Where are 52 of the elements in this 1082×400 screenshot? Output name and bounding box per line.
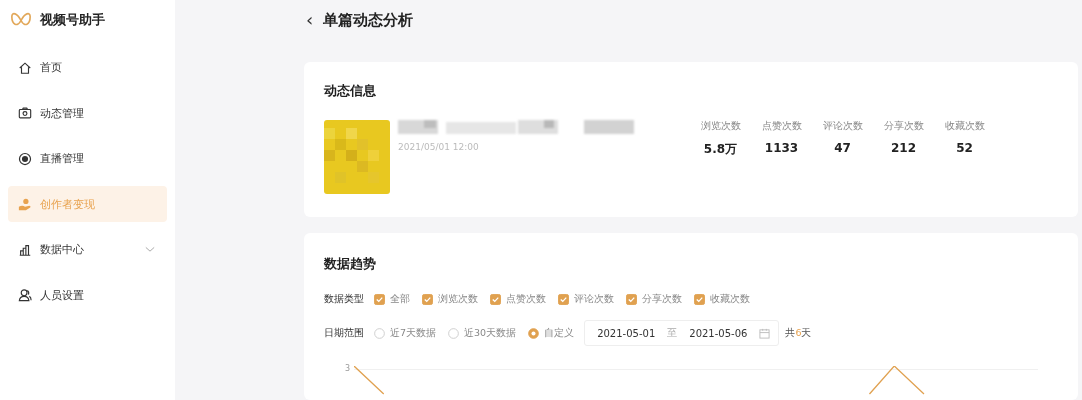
radio-option[interactable]: 近7天数据 bbox=[374, 326, 437, 340]
checkbox-option[interactable]: 浏览次数 bbox=[422, 293, 478, 306]
checkbox[interactable] bbox=[694, 294, 705, 305]
checkbox[interactable] bbox=[626, 294, 637, 305]
checkbox[interactable] bbox=[422, 294, 433, 305]
stat-label: 收藏次数 bbox=[944, 120, 985, 133]
date-range-field[interactable]: 2021-05-01 至 2021-05-06 bbox=[584, 320, 780, 346]
checkbox-option[interactable]: 评论次数 bbox=[558, 293, 614, 306]
stat-value: 52 bbox=[956, 141, 973, 155]
app-name: 视频号助手 bbox=[40, 11, 105, 29]
radio-option[interactable]: 近30天数据 bbox=[448, 326, 517, 340]
people-icon bbox=[18, 288, 32, 302]
stat-value: 212 bbox=[890, 141, 917, 155]
page-title: 单篇动态分析 bbox=[323, 10, 414, 30]
radio-button[interactable] bbox=[374, 327, 385, 339]
sidebar-item[interactable]: 动态管理 bbox=[8, 95, 167, 131]
sidebar-item[interactable]: 人员设置 bbox=[8, 277, 167, 313]
filter-label: 数据类型 bbox=[324, 293, 364, 306]
checkbox-option[interactable]: 收藏次数 bbox=[694, 293, 750, 306]
section-title: 动态信息 bbox=[324, 82, 377, 100]
checkbox[interactable] bbox=[374, 294, 385, 305]
checkbox[interactable] bbox=[558, 294, 569, 305]
section-title: 数据趋势 bbox=[324, 255, 377, 273]
stat-value: 5.8万 bbox=[703, 141, 738, 158]
checkbox[interactable] bbox=[490, 294, 501, 305]
sidebar-item[interactable]: 数据中心 bbox=[8, 231, 167, 268]
stat-label: 点赞次数 bbox=[761, 120, 802, 133]
post-time: 2021/05/01 12:00 bbox=[398, 142, 480, 152]
bar-chart-icon bbox=[18, 242, 32, 257]
sidebar-item[interactable]: 首页 bbox=[8, 49, 167, 86]
filter-label: 日期范围 bbox=[324, 326, 364, 340]
sidebar-item[interactable]: 创作者变现 bbox=[8, 186, 167, 222]
radio-option[interactable]: 自定义 bbox=[528, 326, 575, 340]
checkbox-option[interactable]: 分享次数 bbox=[626, 293, 682, 306]
radio-button[interactable] bbox=[528, 327, 540, 339]
checkbox-option[interactable]: 全部 bbox=[374, 293, 410, 306]
record-icon bbox=[18, 151, 32, 166]
home-icon bbox=[18, 60, 32, 75]
axis-tick-label: 3 bbox=[343, 364, 351, 375]
stat-label: 分享次数 bbox=[883, 120, 924, 133]
stat-value: 1133 bbox=[764, 141, 799, 155]
checkbox-option[interactable]: 点赞次数 bbox=[490, 293, 546, 306]
stat-label: 评论次数 bbox=[822, 120, 863, 133]
hand-coin-icon bbox=[18, 197, 32, 211]
sidebar-item[interactable]: 直播管理 bbox=[8, 140, 167, 177]
camera-icon bbox=[18, 106, 32, 120]
calendar-icon bbox=[759, 327, 771, 339]
day-count: 共6天 bbox=[785, 326, 812, 340]
stat-value: 47 bbox=[834, 141, 851, 155]
stat-label: 浏览次数 bbox=[700, 120, 741, 133]
back-button[interactable]: ‹ bbox=[306, 11, 314, 29]
radio-button[interactable] bbox=[448, 327, 460, 339]
